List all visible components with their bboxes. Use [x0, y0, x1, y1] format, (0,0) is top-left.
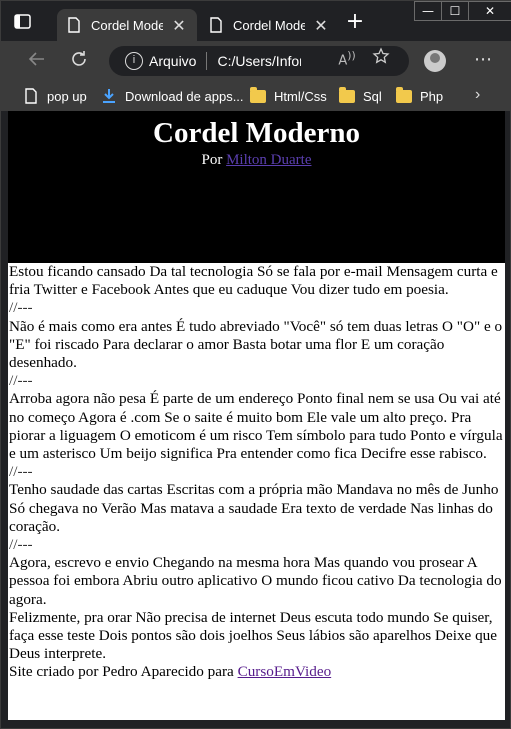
download-icon — [103, 89, 115, 103]
bookmark-label: Sql — [363, 88, 382, 104]
page-icon — [25, 88, 37, 104]
folder-icon — [339, 86, 355, 103]
folder-icon — [396, 86, 412, 103]
tab-close-icon[interactable]: ✕ — [171, 16, 187, 35]
stanza: Tenho saudade das cartas Escritas com a … — [9, 481, 499, 535]
bookmark-folder-html-css[interactable]: Html/Css — [250, 86, 327, 105]
footer-text: Site criado por Pedro Aparecido para — [9, 663, 234, 681]
bookmark-folder-sql[interactable]: Sql — [339, 86, 382, 105]
folder-icon — [250, 86, 266, 103]
author-link[interactable]: Milton Duarte — [226, 152, 311, 168]
reload-button[interactable] — [67, 49, 91, 73]
poem-content: Estou ficando cansado Da tal tecnologia … — [8, 263, 505, 682]
bookmark-label: Html/Css — [274, 88, 327, 104]
stanza-separator: //--- — [9, 536, 33, 554]
page-icon — [210, 17, 222, 33]
profile-avatar[interactable] — [424, 50, 446, 72]
tab-cordel-moderno[interactable]: Cordel Moderno ✕ — [199, 9, 339, 41]
stanza: Não é mais como era antes É tudo abrevia… — [9, 317, 503, 372]
new-tab-button[interactable]: + — [345, 11, 365, 33]
tab-actions-icon — [14, 14, 31, 29]
tab-close-icon[interactable]: ✕ — [313, 16, 329, 35]
tab-actions-button[interactable] — [13, 13, 35, 33]
chevron-right-icon[interactable]: › — [475, 86, 480, 104]
byline-prefix: Por — [201, 152, 223, 168]
bookmark-folder-php[interactable]: Php — [396, 86, 444, 105]
page-icon — [68, 17, 80, 33]
bookmark-label: Download de apps... — [125, 88, 244, 104]
bookmark-pop-up[interactable]: pop up — [23, 87, 87, 105]
browser-window: Cordel Moderno ✕ Cordel Moderno ✕ + — ☐ … — [0, 0, 511, 729]
address-divider — [206, 52, 208, 70]
stanza: Arroba agora não pesa É parte de um ende… — [9, 390, 503, 463]
page-footer: Site criado por Pedro Aparecido para Cur… — [9, 663, 504, 681]
stanza-separator: //--- — [9, 299, 33, 317]
stanza: Felizmente, pra orar Não precisa de inte… — [9, 608, 498, 663]
stanza: Estou ficando cansado Da tal tecnologia … — [9, 263, 498, 299]
info-icon[interactable]: i — [125, 52, 143, 70]
url-text[interactable]: C:/Users/Infor... — [217, 53, 301, 69]
minimize-button[interactable]: — — [414, 1, 442, 21]
read-aloud-icon[interactable]: A)) — [337, 47, 357, 68]
stanza: Agora, escrevo e envio Chegando na mesma… — [9, 554, 502, 608]
cursoemvideo-link[interactable]: CursoEmVideo — [238, 663, 332, 680]
menu-ellipsis-icon[interactable]: ⋯ — [471, 49, 495, 73]
bookmark-label: pop up — [47, 88, 87, 104]
bookmarks-bar: pop up Download de apps... Html/Css Sql … — [1, 81, 511, 111]
tab-label: Cordel Moderno — [91, 17, 163, 33]
stanza-separator: //--- — [9, 372, 33, 390]
page-header: Cordel Moderno Por Milton Duarte — [8, 111, 505, 263]
browser-toolbar: i Arquivo C:/Users/Infor... A)) ⋯ — [1, 41, 511, 81]
tab-cordel-moderno-active[interactable]: Cordel Moderno ✕ — [57, 9, 197, 41]
bookmark-download-apps[interactable]: Download de apps... — [101, 87, 244, 105]
security-label: Arquivo — [149, 53, 197, 69]
tab-strip: Cordel Moderno ✕ Cordel Moderno ✕ + — ☐ … — [1, 1, 511, 41]
bookmark-label: Php — [420, 88, 444, 104]
page-title: Cordel Moderno — [153, 117, 360, 149]
back-button[interactable] — [25, 49, 49, 73]
add-favorite-icon[interactable] — [371, 47, 391, 67]
page-viewport[interactable]: Cordel Moderno Por Milton Duarte Estou f… — [8, 111, 505, 720]
maximize-button[interactable]: ☐ — [441, 1, 469, 21]
close-window-button[interactable]: ✕ — [468, 1, 511, 21]
reload-icon — [72, 51, 86, 66]
address-bar[interactable]: i Arquivo C:/Users/Infor... — [109, 46, 409, 76]
byline: Por Milton Duarte — [8, 150, 505, 170]
stanza-separator: //--- — [9, 463, 33, 481]
tab-label: Cordel Moderno — [233, 17, 305, 33]
arrow-left-icon — [28, 52, 44, 66]
